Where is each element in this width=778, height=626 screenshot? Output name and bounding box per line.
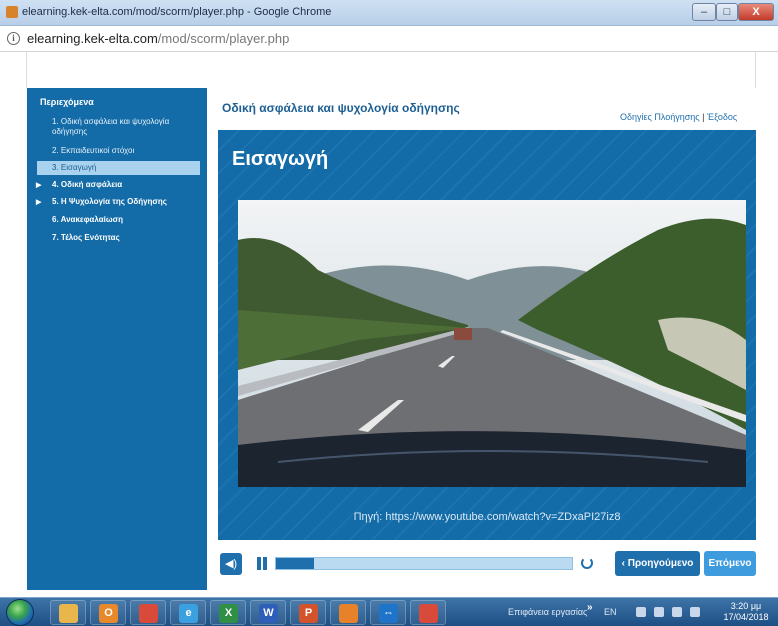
toc-item[interactable]: 2. Εκπαιδευτικοί στόχοι — [37, 144, 200, 158]
toc-item-label: 4. Οδική ασφάλεια — [52, 180, 123, 189]
firefox-icon — [339, 604, 358, 623]
address-bar[interactable]: i elearning.kek-elta.com/mod/scorm/playe… — [0, 26, 778, 52]
progress-fill — [276, 558, 315, 569]
toc-item[interactable]: 7. Τέλος Ενότητας — [37, 231, 200, 245]
toc-heading: Περιεχόμενα — [40, 97, 94, 107]
toc-item[interactable]: ▶ 5. Η Ψυχολογία της Οδήγησης — [36, 195, 200, 209]
speaker-icon: ◀) — [224, 558, 238, 570]
progress-bar[interactable] — [275, 557, 573, 570]
pause-icon — [257, 557, 261, 570]
taskbar-outlook-button[interactable]: O — [90, 600, 126, 625]
taskbar-powerpoint-button[interactable]: P — [290, 600, 326, 625]
flag-icon[interactable] — [636, 607, 646, 617]
top-links: Οδηγίες Πλοήγησης | Έξοδος — [620, 112, 737, 122]
favicon-icon — [6, 6, 18, 18]
clock-time: 3:20 μμ — [730, 601, 762, 611]
toc-item-label: 6. Ανακεφαλαίωση — [52, 215, 123, 224]
clock-date: 17/04/2018 — [723, 612, 769, 622]
chrome2-icon — [419, 604, 438, 623]
toc-item-label: 5. Η Ψυχολογία της Οδήγησης — [52, 197, 167, 206]
frame-top — [26, 52, 756, 88]
excel-icon: X — [219, 604, 238, 623]
maximize-button[interactable]: □ — [716, 3, 738, 21]
outlook-icon: O — [99, 604, 118, 623]
toc-sidebar: Περιεχόμενα 1. Οδική ασφάλεια και ψυχολο… — [27, 88, 207, 590]
desktop-label[interactable]: Επιφάνεια εργασίας — [508, 607, 587, 617]
powerpoint-icon: P — [299, 604, 318, 623]
taskbar-teamviewer-button[interactable]: ⇔ — [370, 600, 406, 625]
road-video-image — [238, 200, 746, 487]
minimize-button[interactable]: – — [692, 3, 716, 21]
taskbar-excel-button[interactable]: X — [210, 600, 246, 625]
video-frame[interactable] — [238, 200, 746, 487]
window-title: elearning.kek-elta.com/mod/scorm/player.… — [22, 6, 332, 18]
word-icon: W — [259, 604, 278, 623]
info-icon[interactable]: i — [7, 32, 20, 45]
toc-item-label: 2. Εκπαιδευτικοί στόχοι — [52, 146, 135, 155]
browser-titlebar: elearning.kek-elta.com/mod/scorm/player.… — [0, 0, 778, 26]
toc-item-label: 7. Τέλος Ενότητας — [52, 233, 120, 242]
taskbar-word-button[interactable]: W — [250, 600, 286, 625]
video-source: Πηγή: https://www.youtube.com/watch?v=ZD… — [353, 511, 621, 523]
volume-icon[interactable] — [690, 607, 700, 617]
url-host: elearning.kek-elta.com — [27, 31, 158, 46]
previous-button[interactable]: ‹ Προηγούμενο — [615, 551, 700, 576]
ie-icon: e — [179, 604, 198, 623]
volume-button[interactable]: ◀) — [220, 553, 242, 575]
teamviewer-icon: ⇔ — [379, 604, 398, 623]
taskbar-firefox-button[interactable] — [330, 600, 366, 625]
close-button[interactable]: X — [738, 3, 774, 21]
expand-arrow-icon[interactable]: ▶ — [36, 198, 41, 208]
toc-item[interactable]: 1. Οδική ασφάλεια και ψυχολογία οδήγησης — [37, 115, 200, 139]
toc-item-label: 1. Οδική ασφάλεια και ψυχολογία οδήγησης — [52, 117, 170, 136]
help-link[interactable]: Οδηγίες Πλοήγησης — [620, 112, 700, 122]
next-button[interactable]: Επόμενο — [704, 551, 756, 576]
start-button[interactable] — [6, 599, 34, 626]
explorer-icon — [59, 604, 78, 623]
pause-icon-bar — [263, 557, 267, 570]
taskbar-ie-button[interactable]: e — [170, 600, 206, 625]
chrome-icon — [139, 604, 158, 623]
clock[interactable]: 3:20 μμ 17/04/2018 — [718, 601, 774, 623]
exit-link[interactable]: Έξοδος — [707, 112, 737, 122]
url-path: /mod/scorm/player.php — [157, 31, 290, 46]
expand-arrow-icon[interactable]: ▶ — [36, 181, 41, 191]
link-separator: | — [702, 112, 705, 122]
taskbar-chrome-button[interactable] — [130, 600, 166, 625]
network-icon[interactable] — [654, 607, 664, 617]
course-title: Οδική ασφάλεια και ψυχολογία οδήγησης — [222, 101, 460, 115]
monitor-icon[interactable] — [672, 607, 682, 617]
toc-item[interactable]: 6. Ανακεφαλαίωση — [37, 213, 200, 227]
reload-icon[interactable] — [581, 557, 593, 569]
language-indicator[interactable]: EN — [604, 607, 617, 617]
toc-item-label: 3. Εισαγωγή — [52, 163, 97, 172]
toc-item[interactable]: 3. Εισαγωγή — [37, 161, 200, 175]
url-text[interactable]: elearning.kek-elta.com/mod/scorm/player.… — [27, 31, 289, 46]
pause-button[interactable] — [255, 555, 269, 573]
taskbar-chrome2-button[interactable] — [410, 600, 446, 625]
taskbar-explorer-button[interactable] — [50, 600, 86, 625]
screen: elearning.kek-elta.com/mod/scorm/player.… — [0, 0, 778, 626]
toc-item[interactable]: ▶ 4. Οδική ασφάλεια — [36, 178, 200, 192]
windows-taskbar: Oe X W P ⇔ Επιφάνεια εργασίας » EN 3:20 μμ 1… — [0, 597, 778, 626]
slide-title: Εισαγωγή — [232, 148, 329, 170]
chevron-icon[interactable]: » — [587, 602, 593, 613]
